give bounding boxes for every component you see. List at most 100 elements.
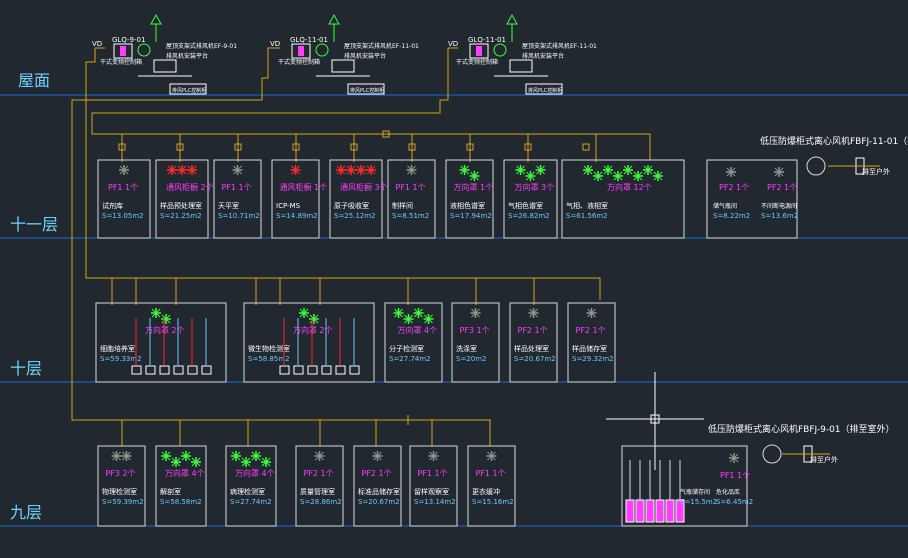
- fan-icon: [315, 43, 329, 57]
- roof-units: VD GLQ-9-01屋顶支架式排风机EF-9-01排风机安装平台干式变频控制箱排…: [92, 13, 597, 95]
- exhaust-hood-icon: [177, 165, 187, 175]
- room-area: S=27.74m2: [230, 498, 272, 506]
- room-area: S=10.71m2: [218, 212, 260, 220]
- hood-count-label: 通风柜橱 1个: [280, 182, 328, 192]
- exhaust-hood-icon: [356, 165, 366, 175]
- room-name: 物理检测室: [102, 487, 137, 496]
- room-10-0[interactable]: 万向罩 2个细胞培养室 S=59.33m2: [95, 302, 227, 383]
- exhaust-hood-icon: [535, 165, 546, 175]
- room-11-1[interactable]: 通风柜橱 2个样品预处理室 S=21.25m2: [155, 159, 214, 239]
- room-area: S=15.16m2: [472, 498, 514, 506]
- room-11-7[interactable]: 万向罩 3个气相色谱室 S=26.82m2: [503, 159, 558, 239]
- room-10-5[interactable]: PF2 1个样品储存室 S=29.32m2: [567, 302, 616, 383]
- exhaust-hood-icon: [413, 308, 424, 318]
- kd-valve-icon: [173, 365, 184, 375]
- exhaust-hood-icon: [191, 457, 201, 467]
- hood-count-label: 万向罩 1个: [454, 182, 494, 192]
- exhaust-hood-icon: [251, 451, 261, 461]
- exhaust-hood-icon: [393, 308, 404, 318]
- exhaust-hood-icon: [231, 451, 241, 461]
- control-box-icon: [153, 59, 177, 73]
- exhaust-hood-icon: [161, 451, 171, 461]
- room-name: 病理检测室: [230, 487, 265, 496]
- roof-exhaust-unit[interactable]: VD GLQ-9-01 屋顶支架式排风机EF-9-01 排风机安装平台干式变频控制箱排…: [92, 13, 237, 95]
- discharge-label: 排至户外: [810, 455, 838, 464]
- hood-count-label: PF1 1个: [720, 471, 750, 480]
- tenth-floor-rooms: 万向罩 2个细胞培养室 S=59.33m2 万向罩 2个微生物检测室S=58.85m…: [95, 302, 616, 383]
- hood-count-label: PF2 1个: [304, 469, 334, 478]
- filter-core: [298, 46, 304, 56]
- room-9-3[interactable]: PF2 1个质量管理室 S=28.86m2: [295, 445, 344, 527]
- room-area: S=21.25m2: [160, 212, 202, 220]
- hood-count-label: PF2 1个: [719, 183, 749, 192]
- room-11-8[interactable]: 万向罩 12个气相、液相室 S=61.56m2: [561, 159, 685, 239]
- hood-count-label: PF3 1个: [460, 326, 490, 335]
- room-box: [384, 302, 443, 383]
- room-10-1[interactable]: 万向罩 2个微生物检测室S=58.85m2: [243, 302, 375, 383]
- kd-valve-icon: [131, 365, 142, 375]
- unit-tag: GLQ-9-01: [112, 36, 145, 44]
- exhaust-hood-icon: [653, 171, 663, 181]
- exhaust-hood-icon: [470, 308, 481, 318]
- hood-count-label: PF2 1个: [576, 326, 606, 335]
- room-9-0[interactable]: PF3 2个物理检测室 S=59.39m2: [97, 445, 146, 527]
- room-11-6[interactable]: 万向罩 1个液相色谱室 S=17.94m2: [445, 159, 494, 239]
- duct-network: [71, 47, 651, 446]
- plc-label: 排风PLC控制柜: [528, 87, 562, 94]
- room-11-0[interactable]: PF1 1个试剂库 S=13.05m2: [97, 159, 151, 239]
- room-area: S=61.56m2: [566, 212, 608, 220]
- unit-tag: GLQ-11-01: [468, 36, 506, 44]
- room-9-6[interactable]: PF1 1个更衣缓冲 S=15.16m2: [467, 445, 516, 527]
- room-11-5[interactable]: PF1 1个制样间 S=8.51m2: [387, 159, 436, 239]
- kd-valve-icon: [335, 365, 346, 375]
- room-9-1[interactable]: 万向罩 4个解剖室 S=58.58m2: [155, 445, 207, 527]
- roof-exhaust-unit[interactable]: VD GLQ-11-01 屋顶支架式排风机EF-11-01 排风机安装平台干式变频控制…: [270, 13, 419, 95]
- room-9-2[interactable]: 万向罩 4个病理检测室 S=27.74m2: [225, 445, 277, 527]
- room-10-3[interactable]: PF3 1个洗涤室 S=20m2: [451, 302, 500, 383]
- hood-count-label: PF1 1个: [222, 183, 252, 192]
- room-10-2[interactable]: 万向罩 4个分子检测室 S=27.74m2: [384, 302, 443, 383]
- fbfj-11-01-fan-group[interactable]: 低压防爆柜式离心风机FBFJ-11-01（排至室外） 排至户外: [760, 135, 908, 176]
- room-10-4[interactable]: PF2 1个样品处理室 S=20.67m2: [509, 302, 558, 383]
- room-area: S=27.74m2: [389, 355, 431, 363]
- exhaust-hood-icon: [486, 451, 497, 461]
- stack-cap-icon: [150, 13, 162, 25]
- cad-crosshair-cursor[interactable]: [606, 372, 704, 470]
- centrifugal-fan-icon: [806, 156, 826, 176]
- room-11-3[interactable]: 通风柜橱 1个 ICP-MS S=14.89m2: [271, 159, 328, 239]
- plc-label: 排风PLC控制柜: [350, 87, 384, 94]
- room-11-2[interactable]: PF1 1个天平室 S=10.71m2: [213, 159, 262, 239]
- kd-valve-icon: [201, 365, 212, 375]
- room-name: 标准品储存室: [358, 487, 400, 496]
- exhaust-hood-icon: [171, 457, 181, 467]
- room-name: 危化品库: [716, 488, 740, 496]
- kd-valve-icon: [145, 365, 156, 375]
- room-name: 气相色谱室: [508, 201, 543, 210]
- control-box-icon: [331, 59, 355, 73]
- room-name: 解剖室: [160, 487, 181, 496]
- room-area: S=8.51m2: [392, 212, 429, 220]
- exhaust-hood-icon: [423, 314, 434, 324]
- gas-cylinder-icon: [625, 499, 635, 523]
- room-name: 气相、液相室: [566, 201, 608, 210]
- room-area: S=26.82m2: [508, 212, 550, 220]
- room-9-4[interactable]: PF2 1个标准品储存室 S=20.67m2: [353, 445, 402, 527]
- exhaust-hood-icon: [603, 165, 613, 175]
- kd-valve-icon: [187, 365, 198, 375]
- exhaust-hood-icon: [161, 314, 171, 324]
- exhaust-hood-icon: [593, 171, 603, 181]
- hood-count-label: PF1 1个: [108, 183, 138, 192]
- room-9-5[interactable]: PF1 1个留样观察室 S=13.14m2: [409, 445, 458, 527]
- platform-label: 排风机安装平台: [522, 52, 564, 60]
- gas-cylinder-icon: [665, 499, 675, 523]
- room-11-4[interactable]: 通风柜橱 3个原子吸收室 S=25.12m2: [329, 159, 388, 239]
- room-area: S=20.67m2: [358, 498, 400, 506]
- floor-label-10: 十层: [10, 359, 42, 378]
- hood-count-label: PF1 1个: [418, 469, 448, 478]
- room-area: S=28.86m2: [300, 498, 342, 506]
- room-area: S=58.85m2: [248, 355, 290, 363]
- hood-count-label: 万向罩 4个: [398, 325, 438, 335]
- room-area: S=59.39m2: [102, 498, 144, 506]
- roof-exhaust-unit[interactable]: VD GLQ-11-01 屋顶支架式排风机EF-11-01 排风机安装平台干式变频控制…: [448, 13, 597, 95]
- kd-valve-icon: [279, 365, 290, 375]
